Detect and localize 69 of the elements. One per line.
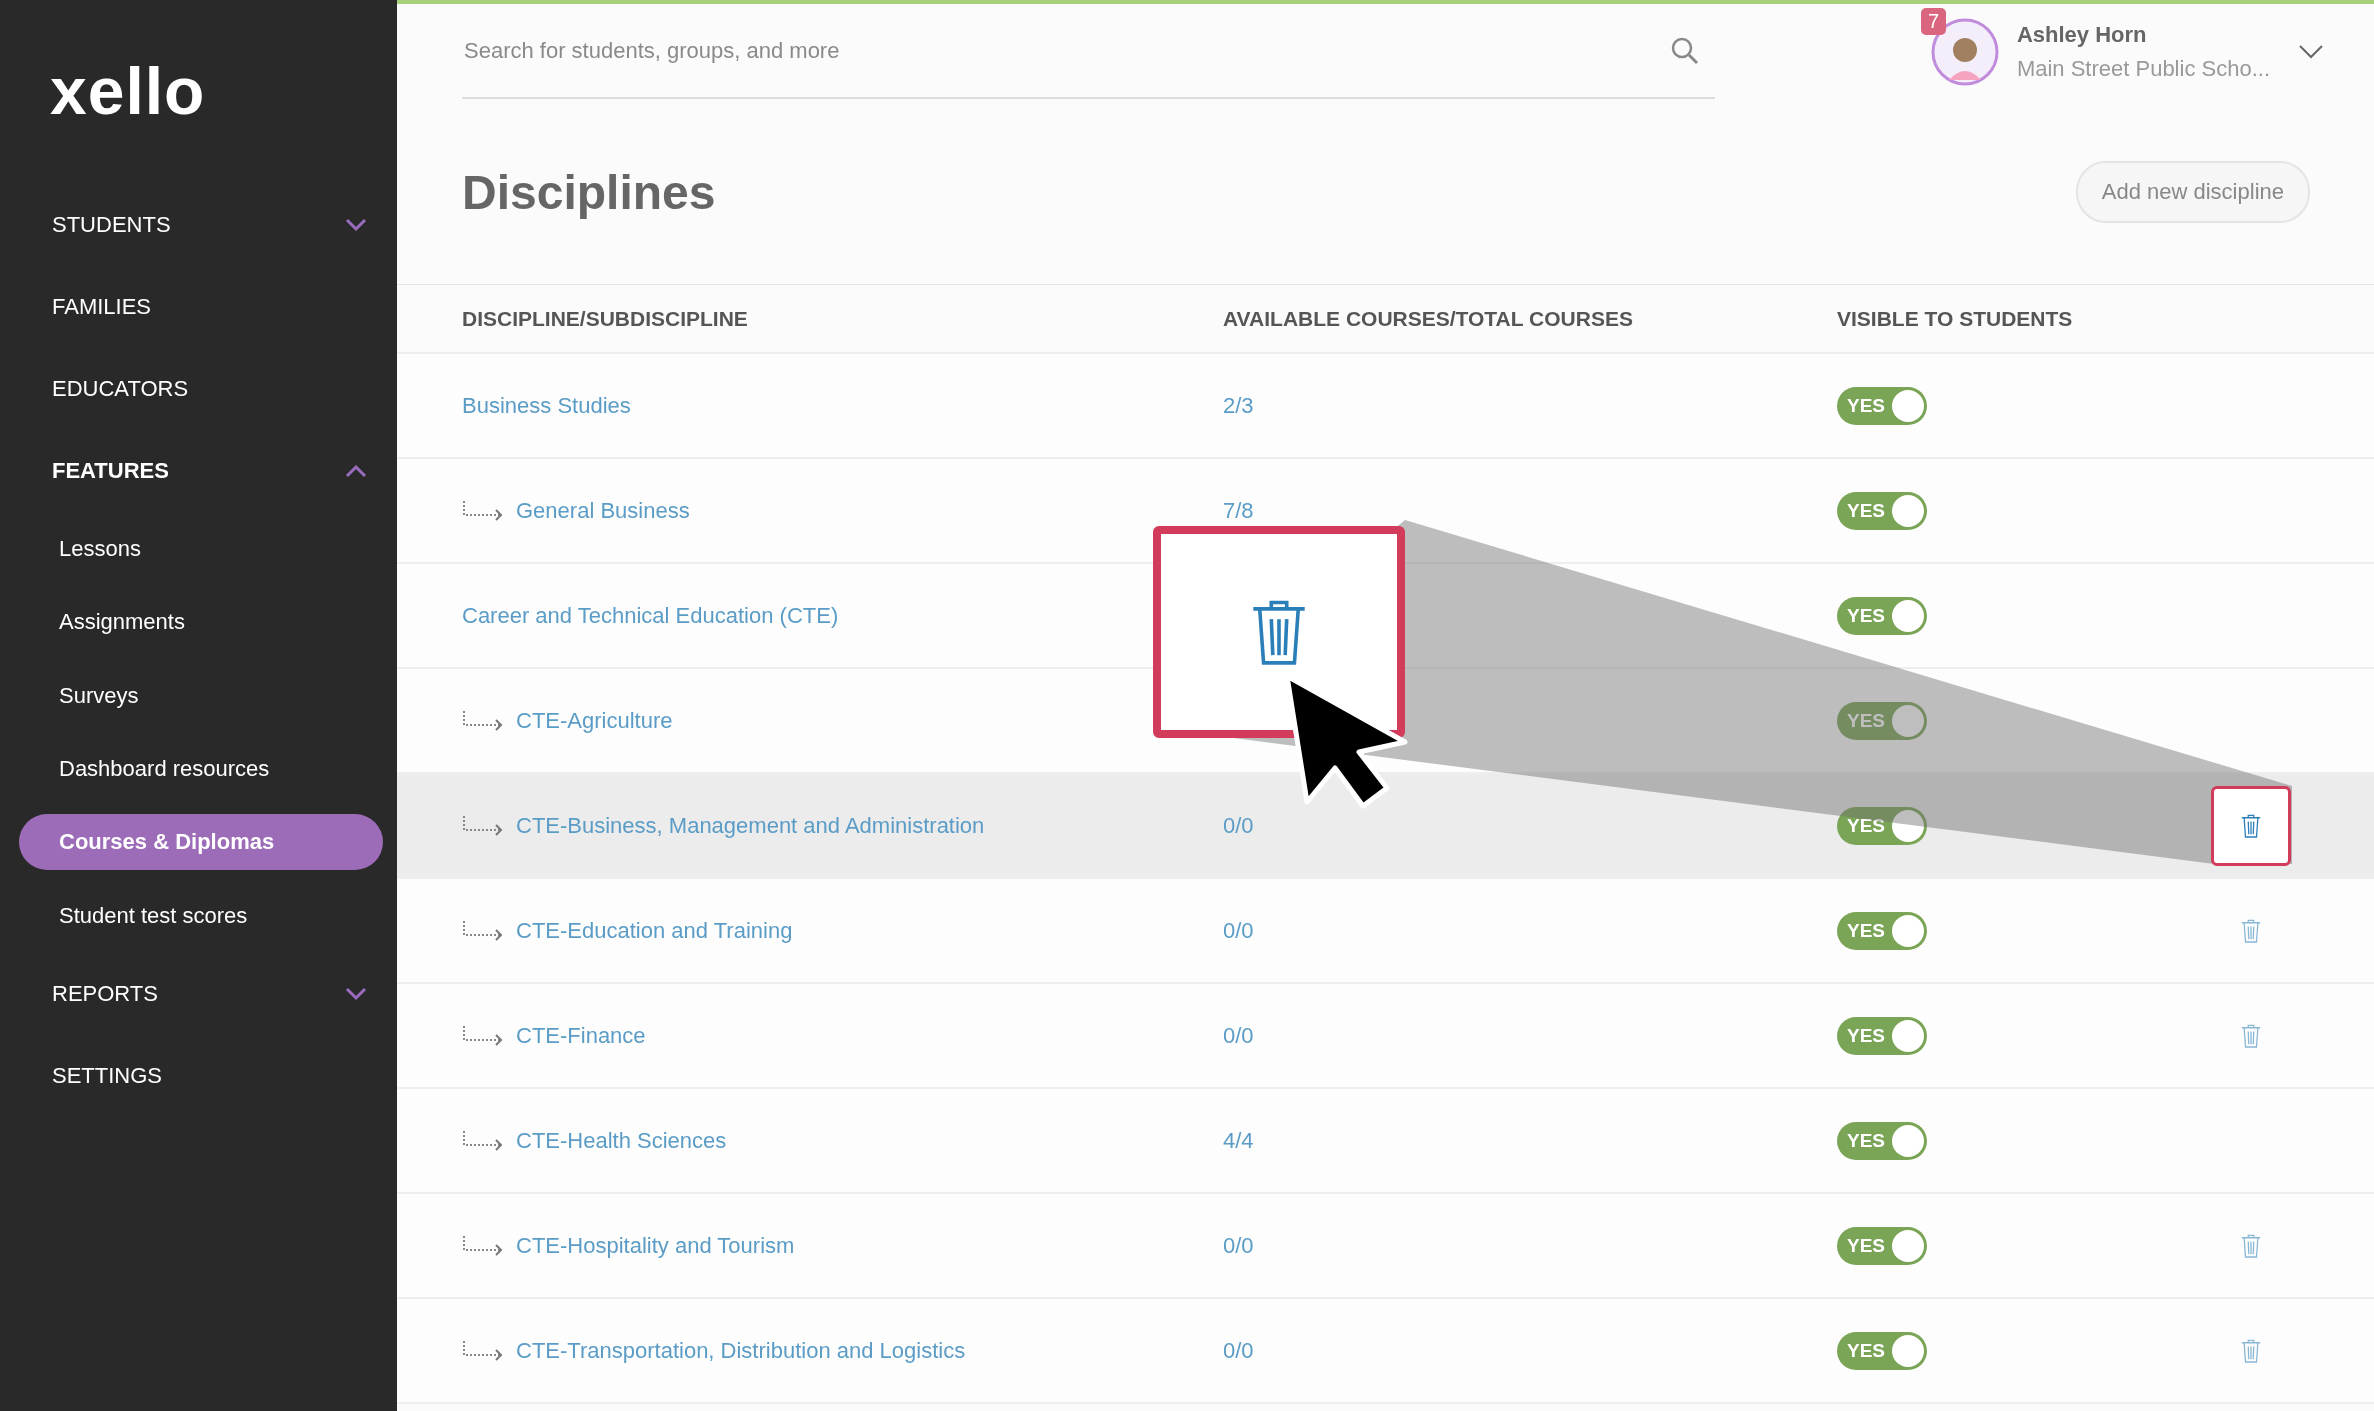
course-count[interactable]: 0/0 <box>1223 1337 1254 1363</box>
discipline-link[interactable]: Business Studies <box>462 392 631 419</box>
subitem-arrow-icon <box>462 1129 504 1152</box>
nav-item[interactable]: Courses & Diplomas <box>19 814 383 870</box>
trash-icon <box>2240 1022 2262 1049</box>
nav-item[interactable]: Student test scores <box>19 879 383 953</box>
course-count[interactable]: 0/0 <box>1223 812 1254 838</box>
trash-icon <box>2240 1337 2262 1364</box>
trash-icon <box>2240 1232 2262 1259</box>
nav-section[interactable]: FAMILIES <box>0 266 397 348</box>
subitem-arrow-icon <box>462 1234 504 1257</box>
visibility-toggle[interactable]: YES <box>1837 491 1927 530</box>
course-count[interactable]: 0/0 <box>1223 917 1254 943</box>
nav-section[interactable]: REPORTS <box>0 952 397 1035</box>
trash-icon <box>2240 917 2262 944</box>
discipline-link[interactable]: CTE-Health Sciences <box>516 1127 727 1154</box>
course-count[interactable]: 2/3 <box>1223 392 1254 418</box>
visibility-toggle[interactable]: YES <box>1837 1016 1927 1055</box>
subitem-arrow-icon <box>462 919 504 942</box>
subitem-arrow-icon <box>462 1024 504 1047</box>
discipline-link[interactable]: CTE-Education and Training <box>516 917 793 944</box>
visibility-toggle[interactable]: YES <box>1837 1226 1927 1265</box>
discipline-link[interactable]: CTE-Business, Management and Administration <box>516 812 985 839</box>
nav-item[interactable]: Assignments <box>19 585 383 659</box>
add-discipline-button[interactable]: Add new discipline <box>2075 161 2310 223</box>
visibility-toggle[interactable]: YES <box>1837 701 1927 740</box>
trash-icon <box>2240 812 2262 839</box>
subitem-arrow-icon <box>462 499 504 522</box>
nav-item[interactable]: Lessons <box>19 512 383 586</box>
chevron-down-icon[interactable] <box>2298 44 2324 60</box>
discipline-link[interactable]: CTE-Hospitality and Tourism <box>516 1232 795 1259</box>
subitem-arrow-icon <box>462 709 504 732</box>
nav-section[interactable]: STUDENTS <box>0 184 397 266</box>
delete-button[interactable] <box>2211 785 2291 866</box>
course-count[interactable]: 0/0 <box>1223 1022 1254 1048</box>
nav-item[interactable]: Surveys <box>19 659 383 733</box>
chevron-up-icon <box>345 464 367 478</box>
nav-section[interactable]: SETTINGS <box>0 1034 397 1117</box>
column-header: DISCIPLINE/SUBDISCIPLINE <box>462 306 749 331</box>
visibility-toggle[interactable]: YES <box>1837 386 1927 425</box>
column-header: VISIBLE TO STUDENTS <box>1837 306 2074 331</box>
user-name: Ashley Horn <box>2016 22 2148 48</box>
column-header: AVAILABLE COURSES/TOTAL COURSES <box>1223 306 1634 331</box>
visibility-toggle[interactable]: YES <box>1837 1331 1927 1370</box>
notification-badge: 7 <box>1920 8 1946 35</box>
discipline-link[interactable]: CTE-Agriculture <box>516 707 673 734</box>
discipline-link[interactable]: CTE-Transportation, Distribution and Logistics <box>516 1337 966 1364</box>
course-count[interactable]: 0/0 <box>1223 1232 1254 1258</box>
visibility-toggle[interactable]: YES <box>1837 911 1927 950</box>
discipline-link[interactable]: Career and Technical Education (CTE) <box>462 602 839 629</box>
subitem-arrow-icon <box>462 1339 504 1362</box>
visibility-toggle[interactable]: YES <box>1837 596 1927 635</box>
visibility-toggle[interactable]: YES <box>1837 806 1927 845</box>
chevron-down-icon <box>345 218 367 232</box>
chevron-down-icon <box>345 986 367 1001</box>
search-icon <box>1670 36 1700 66</box>
logo[interactable]: xello <box>50 58 206 124</box>
nav-section[interactable]: EDUCATORS <box>0 348 397 430</box>
school-name: Main Street Public Scho... <box>2016 56 2270 82</box>
discipline-link[interactable]: CTE-Finance <box>516 1022 646 1049</box>
visibility-toggle[interactable]: YES <box>1837 1121 1927 1160</box>
nav-item[interactable]: Dashboard resources <box>19 732 383 806</box>
search-field[interactable]: Search for students, groups, and more <box>462 37 1670 65</box>
course-count[interactable]: 7/8 <box>1223 497 1254 523</box>
course-count[interactable]: 4/4 <box>1223 1127 1254 1153</box>
nav-section[interactable]: FEATURES <box>0 430 397 512</box>
page-title: Disciplines <box>462 164 716 220</box>
discipline-link[interactable]: General Business <box>516 497 690 524</box>
subitem-arrow-icon <box>462 814 504 837</box>
